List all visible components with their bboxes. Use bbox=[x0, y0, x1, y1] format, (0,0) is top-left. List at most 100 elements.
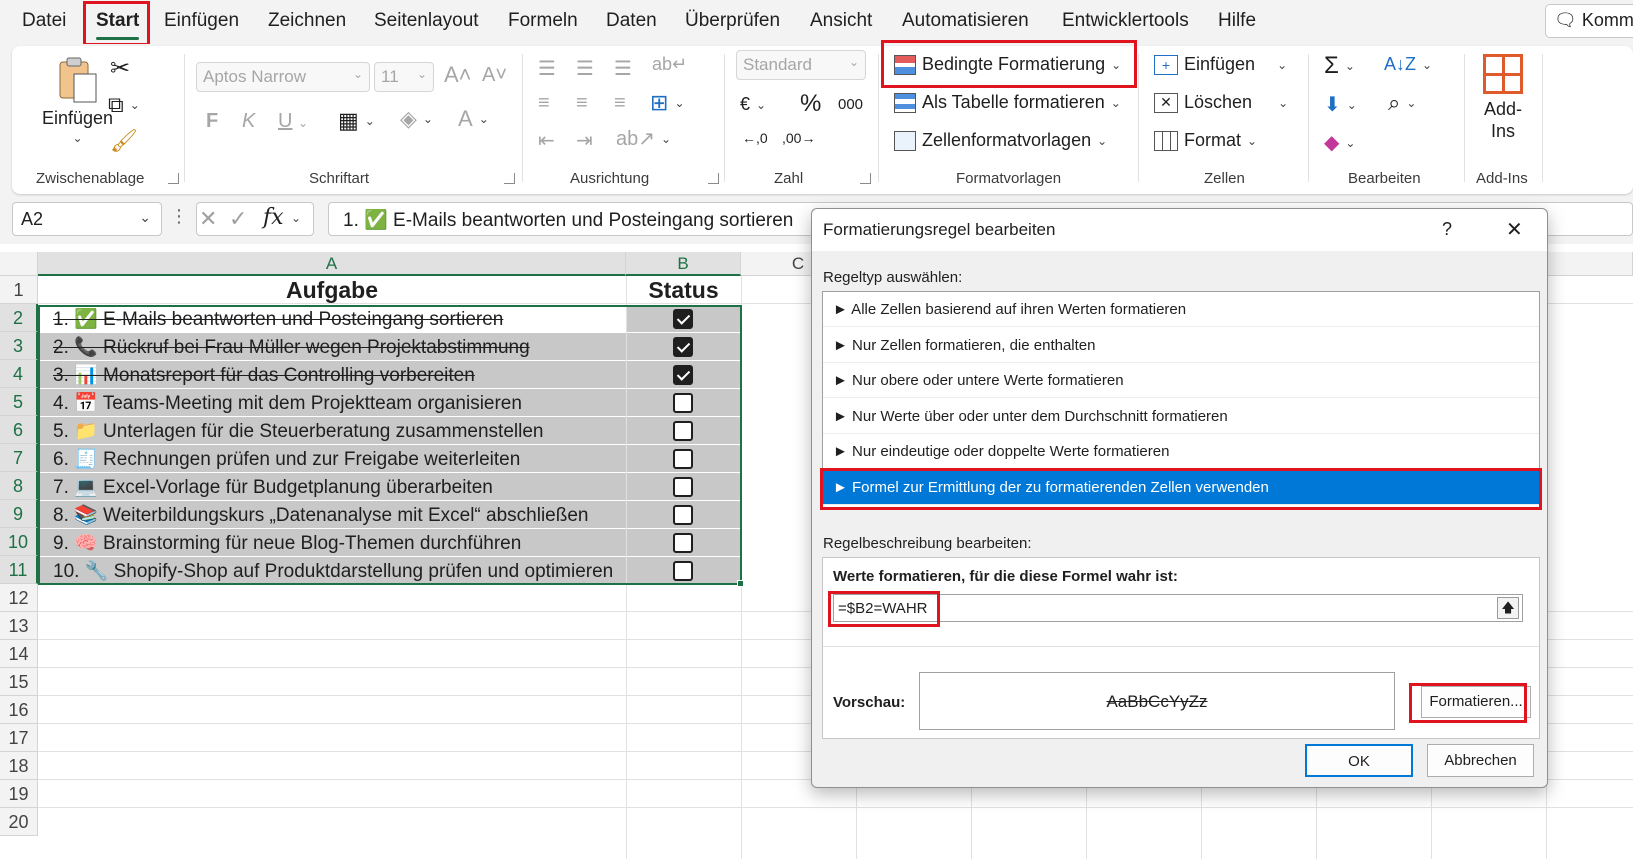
percent-button[interactable]: % bbox=[800, 90, 821, 118]
checkbox-unchecked-icon[interactable] bbox=[673, 393, 693, 413]
align-right-icon[interactable]: ≡ bbox=[614, 92, 626, 115]
row-header[interactable]: 3 bbox=[0, 332, 38, 360]
checkbox-checked-icon[interactable] bbox=[673, 337, 693, 357]
align-middle-icon[interactable]: ☰ bbox=[576, 56, 594, 81]
tab-ueberpruefen[interactable]: Überprüfen bbox=[685, 10, 780, 32]
add-ins-button[interactable]: Add-Ins bbox=[1480, 54, 1526, 142]
currency-icon[interactable]: € ⌄ bbox=[740, 94, 766, 115]
status-cell[interactable] bbox=[627, 473, 741, 500]
copy-icon[interactable]: ⧉ ⌄ bbox=[108, 92, 140, 118]
align-left-icon[interactable]: ≡ bbox=[538, 92, 550, 115]
checkbox-checked-icon[interactable] bbox=[673, 309, 693, 329]
clipboard-launcher-icon[interactable] bbox=[168, 173, 179, 184]
format-button[interactable]: Formatieren... bbox=[1421, 686, 1531, 718]
bold-button[interactable]: F bbox=[206, 110, 218, 133]
tab-formeln[interactable]: Formeln bbox=[508, 10, 578, 32]
font-launcher-icon[interactable] bbox=[504, 173, 515, 184]
fill-color-icon[interactable]: ◈ ⌄ bbox=[400, 106, 433, 132]
ok-button[interactable]: OK bbox=[1305, 744, 1413, 777]
rule-type-list[interactable]: ► Alle Zellen basierend auf ihren Werten… bbox=[822, 291, 1540, 509]
number-launcher-icon[interactable] bbox=[860, 173, 871, 184]
row-header[interactable]: 18 bbox=[0, 752, 38, 780]
cancel-button[interactable]: Abbrechen bbox=[1427, 744, 1534, 777]
decrease-decimal-icon[interactable]: ,00→ bbox=[782, 130, 815, 146]
row-header[interactable]: 9 bbox=[0, 500, 38, 528]
tab-start[interactable]: Start bbox=[96, 10, 140, 40]
status-cell[interactable] bbox=[627, 333, 741, 360]
increase-indent-icon[interactable]: ⇥ bbox=[576, 128, 593, 153]
delete-cells-button[interactable]: ✕ Löschen ⌄ bbox=[1154, 92, 1288, 113]
row-header[interactable]: 6 bbox=[0, 416, 38, 444]
tab-einfuegen[interactable]: Einfügen bbox=[164, 10, 239, 32]
row-header[interactable]: 15 bbox=[0, 668, 38, 696]
name-box[interactable]: A2 ⌄ bbox=[12, 202, 162, 236]
checkbox-unchecked-icon[interactable] bbox=[673, 561, 693, 581]
borders-icon[interactable]: ▦ ⌄ bbox=[338, 108, 375, 134]
find-select-icon[interactable]: ⌕ ⌄ bbox=[1388, 90, 1416, 116]
alignment-launcher-icon[interactable] bbox=[708, 173, 719, 184]
status-cell[interactable] bbox=[627, 529, 741, 556]
status-cell[interactable] bbox=[627, 389, 741, 416]
status-cell[interactable] bbox=[627, 445, 741, 472]
row-header[interactable]: 20 bbox=[0, 808, 38, 836]
status-cell[interactable] bbox=[627, 361, 741, 388]
row-header[interactable]: 5 bbox=[0, 388, 38, 416]
task-cell[interactable]: 5. 📁 Unterlagen für die Steuerberatung z… bbox=[39, 417, 626, 444]
tab-hilfe[interactable]: Hilfe bbox=[1218, 10, 1256, 32]
insert-cells-button[interactable]: + Einfügen ⌄ bbox=[1154, 54, 1287, 75]
tab-zeichnen[interactable]: Zeichnen bbox=[268, 10, 346, 32]
number-format-combo[interactable]: Standard ⌄ bbox=[736, 50, 866, 80]
column-header-b[interactable]: B bbox=[626, 252, 741, 276]
dialog-title-bar[interactable]: Formatierungsregel bearbeiten ? ✕ bbox=[812, 209, 1547, 251]
row-header[interactable]: 14 bbox=[0, 640, 38, 668]
row-header[interactable]: 4 bbox=[0, 360, 38, 388]
cancel-entry-icon[interactable]: ✕ bbox=[199, 206, 217, 232]
conditional-formatting-button[interactable]: Bedingte Formatierung ⌄ bbox=[894, 54, 1121, 75]
rule-type-item[interactable]: ► Nur obere oder untere Werte formatiere… bbox=[823, 363, 1539, 398]
cut-icon[interactable]: ✂ bbox=[110, 54, 130, 83]
checkbox-unchecked-icon[interactable] bbox=[673, 533, 693, 553]
task-cell[interactable]: 7. 💻 Excel-Vorlage für Budgetplanung übe… bbox=[39, 473, 626, 500]
thousands-button[interactable]: 000 bbox=[838, 96, 863, 113]
decrease-indent-icon[interactable]: ⇤ bbox=[538, 128, 555, 153]
underline-chevron-icon[interactable]: ⌄ bbox=[298, 116, 308, 130]
row-header[interactable]: 19 bbox=[0, 780, 38, 808]
row-header[interactable]: 12 bbox=[0, 584, 38, 612]
shrink-font-icon[interactable]: A˅ bbox=[482, 64, 507, 87]
font-color-icon[interactable]: A ⌄ bbox=[458, 106, 489, 132]
row-header[interactable]: 8 bbox=[0, 472, 38, 500]
status-cell[interactable] bbox=[627, 417, 741, 444]
align-top-icon[interactable]: ☰ bbox=[538, 56, 556, 81]
checkbox-checked-icon[interactable] bbox=[673, 365, 693, 385]
task-cell[interactable]: 10. 🔧 Shopify-Shop auf Produktdarstellun… bbox=[39, 557, 626, 584]
checkbox-unchecked-icon[interactable] bbox=[673, 449, 693, 469]
status-cell[interactable] bbox=[627, 557, 741, 584]
status-cell[interactable] bbox=[627, 501, 741, 528]
orientation-icon[interactable]: ab↗ ⌄ bbox=[616, 126, 671, 151]
task-cell[interactable]: 3. 📊 Monatsreport für das Controlling vo… bbox=[39, 361, 626, 388]
increase-decimal-icon[interactable]: ←,0 bbox=[742, 130, 768, 146]
select-all-corner[interactable] bbox=[0, 252, 38, 276]
confirm-entry-icon[interactable]: ✓ bbox=[229, 206, 247, 232]
autosum-icon[interactable]: Σ ⌄ bbox=[1324, 52, 1355, 80]
font-name-combo[interactable]: Aptos Narrow ⌄ bbox=[196, 62, 370, 92]
tab-seitenlayout[interactable]: Seitenlayout bbox=[374, 10, 479, 32]
checkbox-unchecked-icon[interactable] bbox=[673, 477, 693, 497]
checkbox-unchecked-icon[interactable] bbox=[673, 421, 693, 441]
fill-handle[interactable] bbox=[737, 580, 744, 587]
row-header[interactable]: 10 bbox=[0, 528, 38, 556]
row-header[interactable]: 11 bbox=[0, 556, 38, 584]
column-header-a[interactable]: A bbox=[38, 252, 626, 276]
task-cell[interactable]: 2. 📞 Rückruf bei Frau Müller wegen Proje… bbox=[39, 333, 626, 360]
row-header[interactable]: 17 bbox=[0, 724, 38, 752]
row-header[interactable]: 2 bbox=[0, 304, 38, 332]
align-bottom-icon[interactable]: ☰ bbox=[614, 56, 632, 81]
task-cell[interactable]: 4. 📅 Teams-Meeting mit dem Projektteam o… bbox=[39, 389, 626, 416]
grow-font-icon[interactable]: A˄ bbox=[444, 62, 472, 88]
fill-icon[interactable]: ⬇ ⌄ bbox=[1324, 92, 1357, 117]
task-cell[interactable]: 8. 📚 Weiterbildungskurs „Datenanalyse mi… bbox=[39, 501, 626, 528]
cell-styles-button[interactable]: Zellenformatvorlagen ⌄ bbox=[894, 130, 1107, 151]
task-cell[interactable]: 9. 🧠 Brainstorming für neue Blog-Themen … bbox=[39, 529, 626, 556]
row-header[interactable]: 7 bbox=[0, 444, 38, 472]
rule-type-item[interactable]: ► Nur Zellen formatieren, die enthalten bbox=[823, 328, 1539, 363]
